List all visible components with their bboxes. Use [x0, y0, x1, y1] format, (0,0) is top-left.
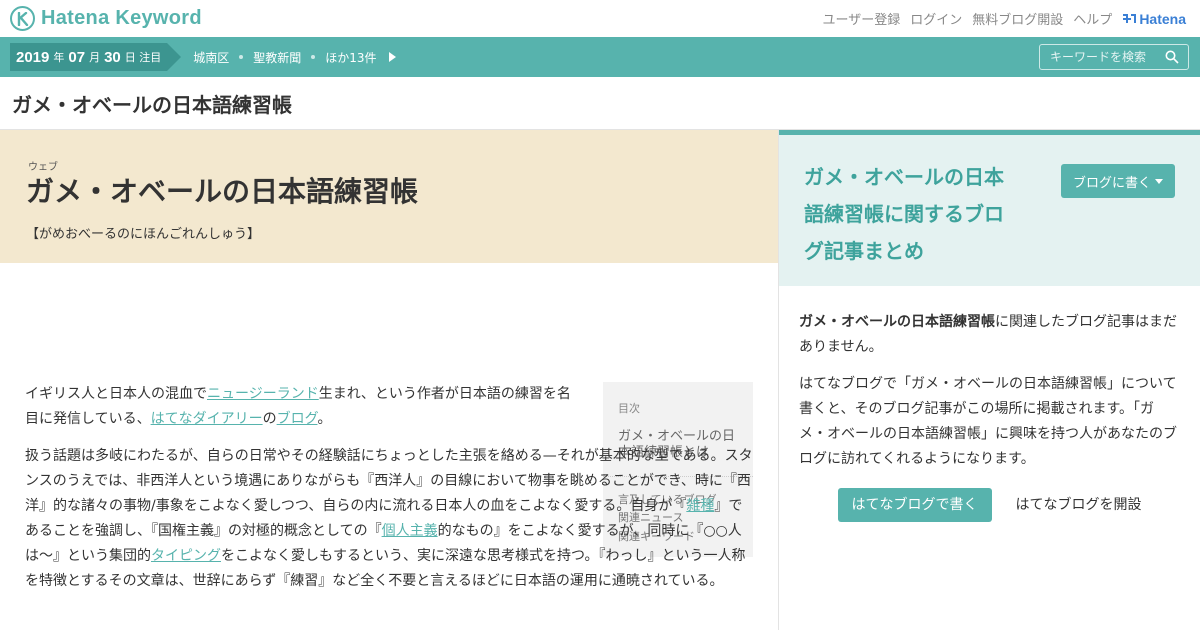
trend-bar: 2019 年 07 月 30 日 注目 城南区 聖教新聞 ほか13件: [0, 37, 1200, 77]
text-span: イギリス人と日本人の混血で: [25, 386, 207, 402]
keyword-link[interactable]: 雑種: [686, 498, 714, 514]
sidebar-body: ガメ・オベールの日本語練習帳に関連したブログ記事はまだありません。 はてなブログ…: [779, 286, 1200, 522]
page-title-bar: ガメ・オベールの日本語練習帳: [0, 77, 1200, 130]
date-year-unit: 年: [53, 51, 65, 64]
keyword-category[interactable]: ウェブ: [28, 158, 753, 173]
trend-list: 城南区 聖教新聞 ほか13件: [193, 49, 396, 66]
promo-text: はてなブログで「ガメ・オベールの日本語練習帳」について書くと、そのブログ記事がこ…: [799, 376, 1177, 467]
keyword-link[interactable]: はてなダイアリー: [151, 411, 263, 427]
blog-summary-panel: ガメ・オベールの日本語練習帳に関するブログ記事まとめ ブログに書く: [779, 130, 1200, 286]
header-links: ユーザー登録 ログイン 無料ブログ開設 ヘルプ Hatena: [823, 9, 1186, 29]
free-blog-link[interactable]: 無料ブログ開設: [972, 9, 1063, 28]
search-icon[interactable]: [1165, 50, 1179, 64]
write-on-hatena-button[interactable]: はてなブログで書く: [837, 488, 992, 522]
hatena-brand-link[interactable]: Hatena: [1122, 11, 1186, 27]
date-day-unit: 日 注目: [124, 51, 162, 64]
top-header: Hatena Keyword ユーザー登録 ログイン 無料ブログ開設 ヘルプ H…: [0, 0, 1200, 37]
search-input[interactable]: [1050, 50, 1165, 64]
date-day: 30: [104, 48, 121, 66]
signup-link[interactable]: ユーザー登録: [823, 9, 901, 28]
text-span: の: [262, 411, 277, 427]
date-year: 2019: [16, 48, 50, 66]
article-paragraph: イギリス人と日本人の混血でニュージーランド生まれ、という作者が日本語の練習を名目…: [25, 382, 580, 432]
keyword-reading: 【がめおべーるのにほんごれんしゅう】: [26, 226, 261, 242]
hatena-brand-text: Hatena: [1139, 10, 1186, 27]
trend-item[interactable]: 城南区: [193, 49, 229, 66]
keyword-article: ウェブ ガメ・オベールの日本語練習帳 【がめおべーるのにほんごれんしゅう】 目次…: [0, 130, 779, 630]
write-blog-label: ブログに書く: [1072, 175, 1151, 191]
main-area: ウェブ ガメ・オベールの日本語練習帳 【がめおべーるのにほんごれんしゅう】 目次…: [0, 130, 1200, 630]
help-link[interactable]: ヘルプ: [1073, 9, 1112, 28]
page-title: ガメ・オベールの日本語練習帳: [12, 92, 292, 117]
logo-text: Hatena Keyword: [41, 7, 202, 29]
caret-down-icon: [1155, 178, 1163, 184]
trend-more[interactable]: ほか13件: [325, 49, 376, 66]
trend-item[interactable]: 聖教新聞: [253, 49, 301, 66]
separator-dot: [311, 55, 316, 59]
site-logo[interactable]: Hatena Keyword: [10, 6, 202, 31]
login-link[interactable]: ログイン: [910, 9, 962, 28]
keyword-link[interactable]: ブログ: [277, 411, 318, 427]
keyword-link[interactable]: タイピング: [151, 548, 221, 564]
write-blog-dropdown-button[interactable]: ブログに書く: [1060, 164, 1175, 198]
sidebar-actions: はてなブログで書く はてなブログを開設: [799, 488, 1180, 522]
text-span: 扱う話題は多岐にわたるが、自らの日常やその経験話にちょっとした主張を絡める—それ…: [25, 448, 753, 514]
separator-dot: [239, 55, 244, 59]
article-paragraph: 扱う話題は多岐にわたるが、自らの日常やその経験話にちょっとした主張を絡める—それ…: [25, 444, 755, 594]
text-span: 。: [317, 411, 332, 427]
keyword-logo-icon: [10, 6, 35, 31]
no-articles-text: ガメ・オベールの日本語練習帳に関連したブログ記事はまだありません。: [799, 310, 1180, 360]
blog-sidebar: ガメ・オベールの日本語練習帳に関するブログ記事まとめ ブログに書く ガメ・オベー…: [779, 130, 1200, 630]
keyword-title: ガメ・オベールの日本語練習帳: [26, 175, 419, 208]
keyword-link[interactable]: ニュージーランド: [207, 386, 319, 402]
article-body: イギリス人と日本人の混血でニュージーランド生まれ、という作者が日本語の練習を名目…: [25, 382, 755, 606]
hatena-logo-icon: [1123, 13, 1137, 23]
keyword-header: ウェブ ガメ・オベールの日本語練習帳 【がめおべーるのにほんごれんしゅう】: [0, 130, 778, 263]
keyword-name-bold: ガメ・オベールの日本語練習帳: [799, 314, 995, 330]
play-icon[interactable]: [388, 52, 396, 62]
keyword-link[interactable]: 個人主義: [382, 523, 438, 539]
date-month: 07: [68, 48, 86, 66]
date-badge: 2019 年 07 月 30 日 注目: [10, 43, 182, 71]
summary-title: ガメ・オベールの日本語練習帳に関するブログ記事まとめ: [804, 165, 1004, 263]
date-month-unit: 月: [89, 51, 101, 64]
search-box: [1039, 44, 1189, 70]
open-blog-link[interactable]: はてなブログを開設: [1016, 493, 1142, 518]
